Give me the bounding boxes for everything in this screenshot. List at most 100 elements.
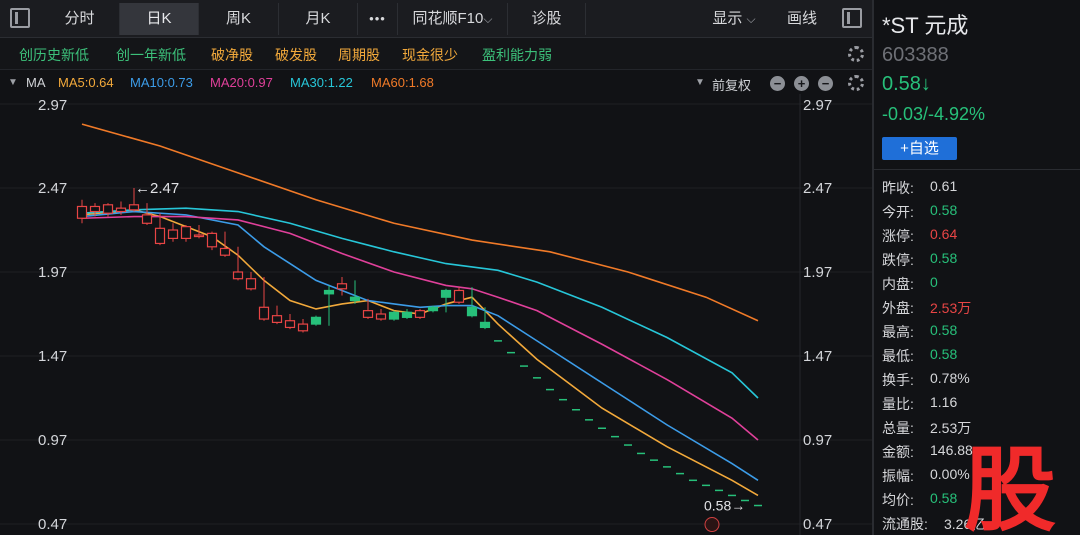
chevron-down-icon: ▼: [695, 77, 705, 88]
quote-row: 今开: 0.58: [882, 202, 957, 222]
candle-body: [310, 316, 322, 325]
chevron-down-icon: ⌵: [746, 12, 756, 26]
y-tick-label-left: 2.47: [38, 180, 67, 197]
stock-name: *ST 元成: [882, 13, 969, 38]
y-tick-label-right: 2.97: [803, 97, 832, 114]
y-tick-label-left: 0.97: [38, 432, 67, 449]
display-label: 显示: [712, 10, 743, 27]
tab-weekly-k[interactable]: 周K: [199, 3, 279, 35]
quote-key: 最低:: [882, 348, 914, 364]
quote-key: 外盘:: [882, 300, 914, 316]
quote-separator: [874, 169, 1080, 170]
gear-icon[interactable]: [848, 46, 864, 62]
ma-line-ma60: [81, 123, 759, 322]
minus-circle-icon[interactable]: −: [770, 76, 785, 91]
minus-circle-icon[interactable]: −: [818, 76, 833, 91]
candle-body: [141, 214, 153, 224]
low-price-label: 0.58→: [704, 498, 745, 514]
y-tick-label-right: 0.97: [803, 432, 832, 449]
rank-badge-icon[interactable]: [704, 517, 720, 533]
quote-row: 流通股: 3.26亿: [882, 514, 985, 534]
tab-diagnose[interactable]: 诊股: [508, 3, 586, 35]
ma30-value: MA30:1.22: [290, 75, 353, 90]
tab-monthly-k[interactable]: 月K: [279, 3, 358, 35]
candle-body: [349, 296, 361, 302]
candle-body: [336, 283, 348, 290]
y-tick-label-right: 0.47: [803, 516, 832, 533]
y-tick-label-left: 2.97: [38, 97, 67, 114]
tag-below-net[interactable]: 破净股: [211, 45, 253, 65]
candle-body: [219, 247, 231, 256]
tag-below-issue[interactable]: 破发股: [275, 45, 317, 65]
quote-row: 量比: 1.16: [882, 394, 957, 414]
quote-value: 0.58: [930, 490, 958, 506]
ma-line-ma20: [81, 215, 759, 441]
stock-logo-glyph: 股: [964, 437, 1056, 535]
quote-value: 1.16: [930, 394, 958, 410]
tag-low-cash[interactable]: 现金很少: [402, 45, 458, 65]
candle-body: [271, 315, 283, 323]
kline-chart[interactable]: 2.97 2.97 2.47 2.47 1.97 1.97 1.47 1.47 0.97 0.97…: [0, 94, 872, 535]
display-dropdown[interactable]: 显示 ⌵: [698, 3, 770, 35]
candle-body: [427, 306, 439, 312]
quote-row: 最低: 0.58: [882, 346, 957, 366]
tag-history-low[interactable]: 创历史新低: [19, 45, 89, 65]
ma-line-ma5: [81, 209, 759, 497]
tab-f10-label: 同花顺F10: [412, 10, 484, 27]
period-tab-bar: 分时 日K 周K 月K ••• 同花顺F10⌵ 诊股 显示 ⌵ 画线: [0, 0, 872, 38]
quote-row: 最高: 0.58: [882, 322, 957, 342]
candle-body: [102, 204, 114, 214]
candle-body: [245, 278, 257, 290]
quote-value: 0.64: [930, 226, 958, 242]
add-watchlist-button[interactable]: +自选: [882, 137, 957, 160]
tab-daily-k[interactable]: 日K: [120, 3, 199, 35]
current-price: 0.58↓: [882, 73, 931, 95]
quote-key: 总量:: [882, 420, 914, 436]
tag-year-low[interactable]: 创一年新低: [116, 45, 186, 65]
quote-row: 内盘: 0: [882, 274, 938, 294]
candle-body: [401, 311, 413, 318]
quote-row: 均价: 0.58: [882, 490, 957, 510]
candle-body: [206, 232, 218, 248]
candle-body: [232, 271, 244, 280]
candle-body: [89, 205, 101, 213]
sidebar-toggle-icon[interactable]: [10, 8, 30, 28]
quote-value: 0.61: [930, 178, 958, 194]
ma5-value: MA5:0.64: [58, 75, 114, 90]
quote-key: 量比:: [882, 396, 914, 412]
tab-f10[interactable]: 同花顺F10⌵: [398, 3, 508, 35]
candle-body: [167, 229, 179, 239]
quote-row: 跌停: 0.58: [882, 250, 957, 270]
tab-fenshi[interactable]: 分时: [40, 3, 120, 35]
quote-value: 0.58: [930, 250, 958, 266]
tag-cyclical[interactable]: 周期股: [338, 45, 380, 65]
adjust-dropdown[interactable]: 前复权: [712, 75, 751, 94]
stock-logo: 股: [964, 437, 1056, 535]
quote-value: 0.58: [930, 346, 958, 362]
candle-body: [388, 311, 400, 320]
candle-body: [128, 204, 140, 211]
draw-line-button[interactable]: 画线: [772, 3, 832, 35]
price-change: -0.03/-4.92%: [882, 104, 986, 124]
chevron-down-icon: ⌵: [483, 12, 493, 26]
quote-value: 0: [930, 274, 938, 290]
candle-body: [323, 289, 335, 295]
quote-key: 内盘:: [882, 276, 914, 292]
y-tick-label-right: 1.47: [803, 348, 832, 365]
quote-key: 换手:: [882, 372, 914, 388]
collapse-chevron-icon[interactable]: ▼: [8, 77, 18, 88]
ma60-value: MA60:1.68: [371, 75, 434, 90]
quote-row: 振幅: 0.00%: [882, 466, 970, 486]
candle-body: [453, 289, 465, 303]
ma20-value: MA20:0.97: [210, 75, 273, 90]
plus-circle-icon[interactable]: +: [794, 76, 809, 91]
tag-weak-profit[interactable]: 盈利能力弱: [482, 45, 552, 65]
more-menu-button[interactable]: •••: [358, 3, 398, 35]
candle-body: [154, 227, 166, 245]
panel-toggle-icon[interactable]: [842, 8, 862, 28]
y-tick-label-left: 1.47: [38, 348, 67, 365]
ma10-value: MA10:0.73: [130, 75, 193, 90]
quote-row: 换手: 0.78%: [882, 370, 970, 390]
stock-code: 603388: [882, 44, 949, 66]
gear-icon[interactable]: [848, 75, 864, 91]
